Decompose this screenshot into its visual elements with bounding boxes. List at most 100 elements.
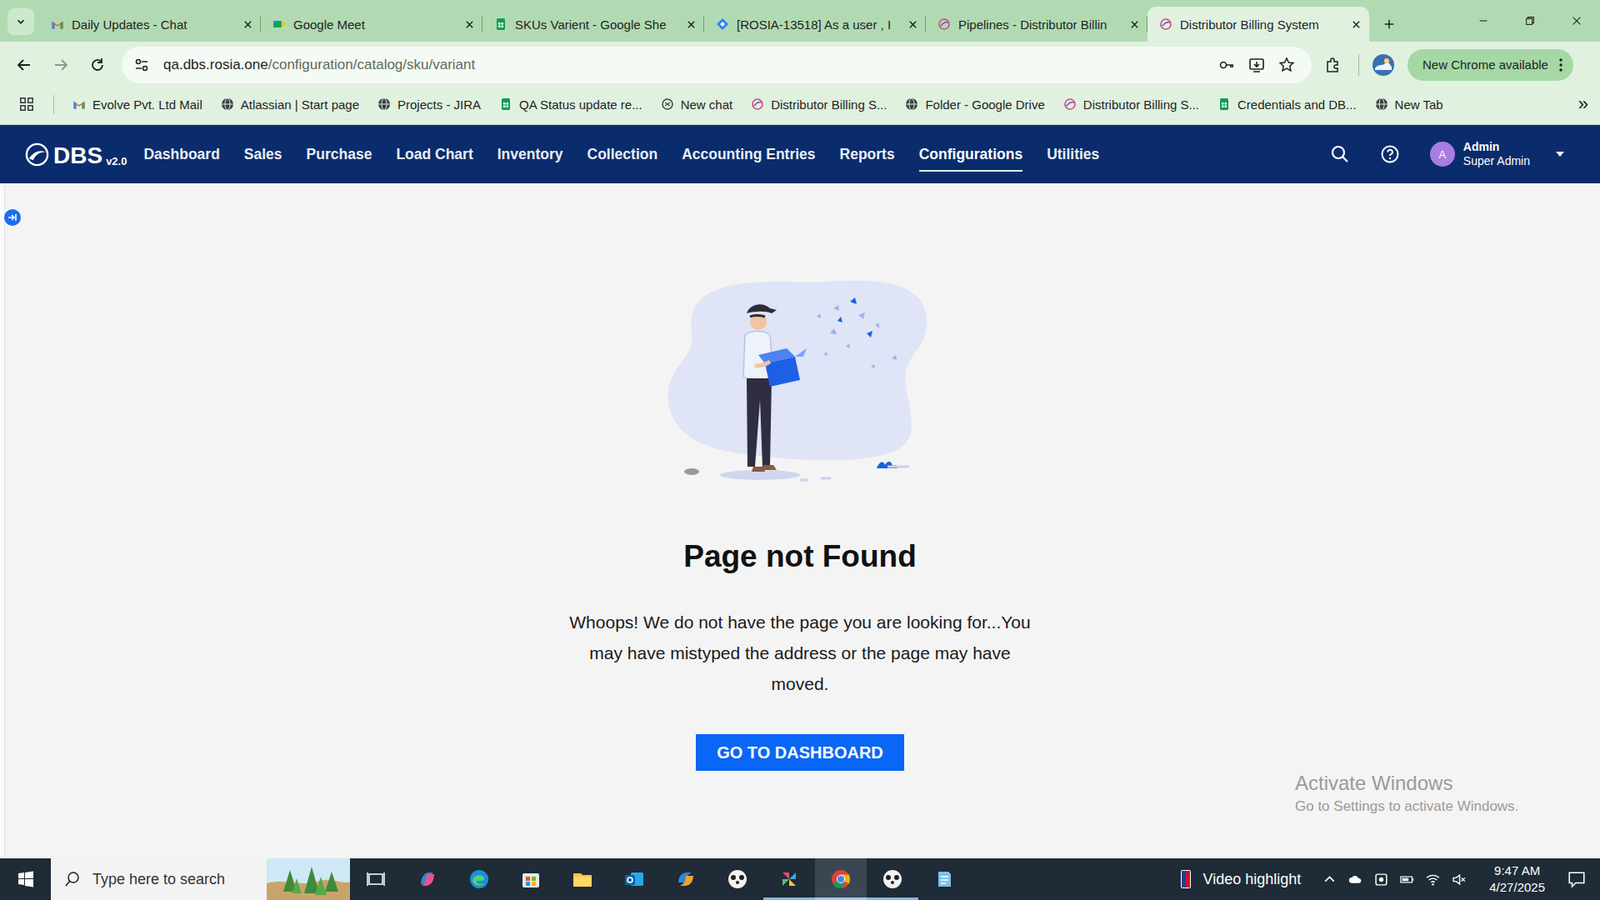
search-icon (64, 870, 81, 888)
bookmark[interactable]: Distributor Billing S... (750, 97, 887, 112)
bookmark[interactable]: Distributor Billing S... (1063, 97, 1200, 112)
nav-item[interactable]: Dashboard (143, 137, 220, 172)
nav-item[interactable]: Purchase (306, 137, 373, 172)
new-chrome-available-button[interactable]: New Chrome available (1407, 49, 1574, 81)
store-icon (519, 867, 543, 891)
nav-item[interactable]: Sales (244, 137, 283, 172)
nav-item[interactable]: Inventory (497, 137, 564, 172)
news-widget[interactable]: Video highlight (1180, 858, 1324, 900)
nav-item[interactable]: Load Chart (395, 137, 473, 172)
taskbar-app[interactable] (556, 858, 609, 900)
cloud-icon[interactable] (1348, 872, 1363, 887)
close-icon[interactable] (686, 20, 696, 30)
notifications-button[interactable] (1553, 858, 1600, 900)
profile-button[interactable] (1369, 50, 1398, 80)
taskbar-app[interactable] (918, 858, 970, 900)
bookmarks-more-button[interactable]: » (1578, 93, 1589, 115)
dbs-logo[interactable]: DBS v2.0 (24, 141, 127, 168)
browser-toolbar: qa.dbs.rosia.one/configuration/catalog/s… (0, 41, 1600, 88)
taskbar-app[interactable] (866, 858, 919, 900)
nav-item[interactable]: Reports (840, 137, 895, 172)
taskbar: Type here to search Video highlight 9:47… (0, 858, 1600, 900)
install-icon[interactable] (1248, 56, 1265, 74)
reload-button[interactable] (81, 49, 114, 81)
new-tab-button[interactable] (1375, 10, 1403, 38)
close-icon[interactable] (1130, 20, 1140, 30)
taskbar-app[interactable] (660, 858, 712, 900)
message-sentence: Whoops! We do not have the page you are … (569, 612, 1001, 632)
browser-tab[interactable]: Daily Updates - Chat (39, 6, 261, 42)
chevron-up-icon[interactable] (1322, 872, 1337, 887)
bookmark[interactable]: QA Status update re... (499, 97, 643, 112)
browser-tab[interactable]: Pipelines - Distributor Billin (925, 6, 1148, 42)
taskbar-app[interactable] (711, 858, 764, 900)
panda-icon (725, 867, 750, 891)
taskbar-app[interactable] (453, 858, 505, 900)
bookmark-label: Credentials and DB... (1237, 97, 1357, 112)
browser-tab[interactable]: SKUs Varient - Google She (482, 6, 705, 42)
bookmark[interactable]: New Tab (1375, 97, 1444, 112)
forward-button[interactable] (45, 49, 77, 81)
jira-icon (715, 17, 730, 31)
bookmarks-separator (53, 95, 55, 114)
taskbar-app[interactable] (815, 858, 867, 900)
user-menu[interactable]: A Admin Super Admin (1430, 140, 1567, 169)
close-icon[interactable] (1351, 20, 1361, 30)
search-icon[interactable] (1330, 144, 1350, 165)
extensions-button[interactable] (1316, 49, 1349, 81)
browser-tab[interactable]: [ROSIA-13518] As a user , I (704, 6, 926, 42)
pinwheel-icon (777, 867, 801, 891)
gmail-icon (50, 17, 65, 31)
nav-item[interactable]: Accounting Entries (681, 137, 815, 172)
dbs-icon (937, 17, 951, 31)
taskbar-search-box[interactable]: Type here to search (50, 858, 350, 900)
wifi-icon[interactable] (1425, 872, 1440, 887)
bookmark[interactable]: New chat (660, 97, 734, 112)
restore-button[interactable] (1506, 0, 1554, 42)
site-settings-icon[interactable] (133, 56, 150, 74)
close-icon[interactable] (465, 20, 475, 30)
bookmark-label: Evolve Pvt. Ltd Mail (92, 97, 203, 112)
bookmark[interactable]: Evolve Pvt. Ltd Mail (72, 97, 203, 112)
browser-tab[interactable]: Distributor Billing System (1147, 6, 1370, 42)
address-bar[interactable]: qa.dbs.rosia.one/configuration/catalog/s… (121, 46, 1312, 84)
start-button[interactable] (0, 858, 51, 900)
nav-item[interactable]: Configurations (919, 137, 1023, 172)
tab-search-button[interactable] (7, 8, 35, 35)
logo-version: v2.0 (105, 155, 127, 168)
sidebar-toggle-button[interactable] (4, 209, 21, 226)
close-icon[interactable] (243, 20, 253, 30)
nav-item[interactable]: Utilities (1046, 137, 1100, 172)
bookmark[interactable]: Credentials and DB... (1217, 97, 1357, 112)
device-icon[interactable] (1374, 872, 1389, 887)
taskbar-app[interactable] (608, 858, 660, 900)
taskbar-app[interactable] (763, 858, 815, 900)
close-window-button[interactable] (1553, 0, 1600, 42)
apps-grid-icon[interactable] (18, 96, 35, 112)
taskbar-app[interactable] (505, 858, 557, 900)
activate-windows-watermark: Activate Windows Go to Settings to activ… (1295, 770, 1519, 817)
minimize-button[interactable] (1460, 0, 1507, 42)
panda-icon (880, 867, 905, 891)
task-view-button[interactable] (350, 858, 402, 900)
back-button[interactable] (8, 49, 40, 81)
bookmark[interactable]: Atlassian | Start page (220, 97, 360, 112)
desktop: Daily Updates - Chat Google Meet SKUs Va… (0, 0, 1600, 900)
chrome-icon (829, 867, 853, 891)
caret-down-icon (1553, 147, 1567, 161)
basketball-icon (1180, 869, 1192, 890)
go-to-dashboard-button[interactable]: GO TO DASHBOARD (695, 734, 905, 771)
bookmark[interactable]: Folder - Google Drive (905, 97, 1045, 112)
speaker-muted-icon[interactable] (1451, 872, 1466, 887)
browser-tab[interactable]: Google Meet (260, 6, 483, 42)
nav-item[interactable]: Collection (587, 137, 659, 172)
help-icon[interactable] (1380, 144, 1400, 165)
taskbar-app[interactable] (401, 858, 454, 900)
close-icon[interactable] (908, 20, 918, 30)
bookmark[interactable]: Projects - JIRA (377, 97, 481, 112)
tab-label: Daily Updates - Chat (71, 17, 236, 32)
star-icon[interactable] (1278, 56, 1295, 74)
clock[interactable]: 9:47 AM 4/27/2025 (1480, 858, 1554, 900)
battery-icon[interactable] (1400, 872, 1415, 887)
key-icon[interactable] (1218, 56, 1235, 74)
